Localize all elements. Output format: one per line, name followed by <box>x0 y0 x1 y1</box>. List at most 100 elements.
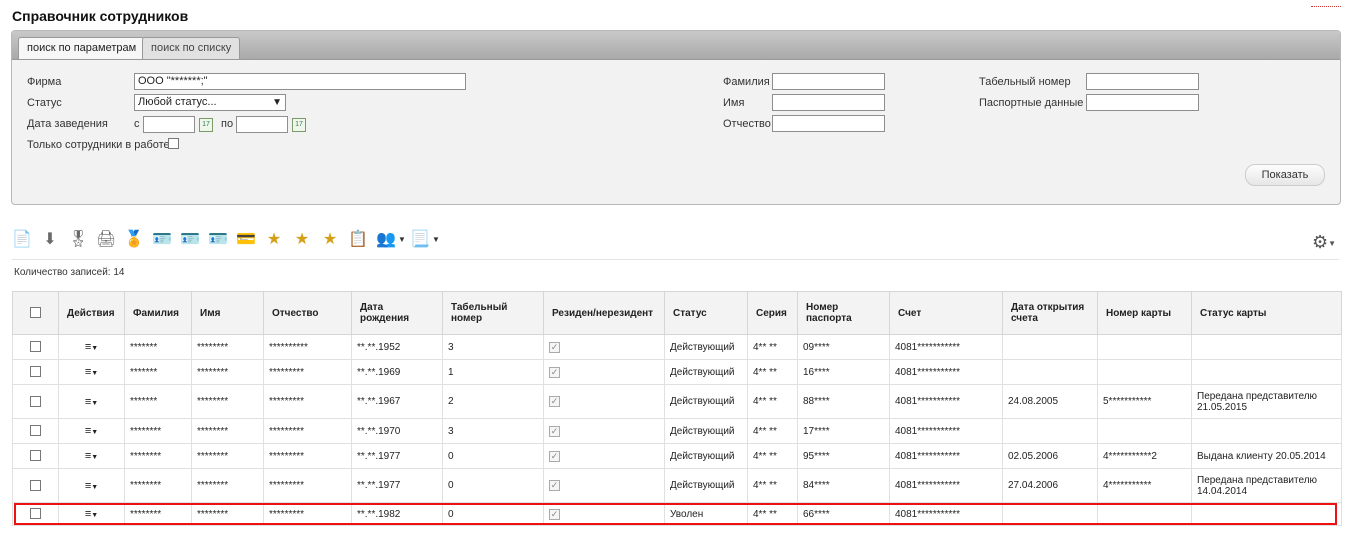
col-series[interactable]: Серия <box>747 291 798 335</box>
status-select[interactable]: Любой статус... ▼ <box>134 94 286 111</box>
calendar-icon[interactable]: 17 <box>199 118 213 132</box>
row-checkbox[interactable] <box>30 425 41 437</box>
row-actions-cell[interactable]: ≡▼ <box>58 384 125 419</box>
resident-cell: ✓ <box>543 359 665 385</box>
only-working-checkbox[interactable] <box>168 138 179 149</box>
table-row[interactable]: ≡▼ ******* ******** ********** **.**.1952 3 ✓ Д… <box>12 334 1342 360</box>
chevron-down-icon[interactable]: ▼ <box>398 235 406 244</box>
col-birthdate[interactable]: Дата рождения <box>351 291 443 335</box>
top-divider <box>1311 6 1341 7</box>
show-button[interactable]: Показать <box>1245 164 1325 186</box>
actions-menu-icon[interactable]: ≡▼ <box>85 450 98 462</box>
col-tabnum[interactable]: Табельный номер <box>442 291 544 335</box>
actions-menu-icon[interactable]: ≡▼ <box>85 341 98 353</box>
document-menu-icon[interactable]: 📃 <box>410 229 430 251</box>
col-resident[interactable]: Резиден/нерезидент <box>543 291 665 335</box>
page-title: Справочник сотрудников <box>12 8 189 24</box>
firstname-field[interactable] <box>772 94 885 111</box>
actions-menu-icon[interactable]: ≡▼ <box>85 366 98 378</box>
id-card-2-icon[interactable]: 🪪 <box>180 229 200 251</box>
table-row[interactable]: ≡▼ ******* ******** ********* **.**.1969 1 ✓ Де… <box>12 359 1342 385</box>
chevron-down-icon[interactable]: ▼ <box>432 235 440 244</box>
row-select-cell[interactable] <box>12 468 59 503</box>
col-lastname[interactable]: Фамилия <box>124 291 192 335</box>
cell-passport: 66**** <box>797 502 890 526</box>
calendar-icon[interactable]: 17 <box>292 118 306 132</box>
users-icon[interactable]: 👥 <box>376 229 396 251</box>
row-checkbox[interactable] <box>30 341 41 353</box>
lastname-field[interactable] <box>772 73 885 90</box>
cell-card_status <box>1191 418 1342 444</box>
row-actions-cell[interactable]: ≡▼ <box>58 443 125 469</box>
middlename-field[interactable] <box>772 115 885 132</box>
records-count: Количество записей: 14 <box>14 267 125 278</box>
row-select-cell[interactable] <box>12 384 59 419</box>
row-checkbox[interactable] <box>30 508 41 520</box>
row-checkbox[interactable] <box>30 450 41 462</box>
actions-menu-icon[interactable]: ≡▼ <box>85 508 98 520</box>
star-remove-icon[interactable]: ★ <box>320 229 340 251</box>
col-card[interactable]: Номер карты <box>1097 291 1192 335</box>
download-icon[interactable]: ⬇ <box>40 229 60 251</box>
col-account-date[interactable]: Дата открытия счета <box>1002 291 1098 335</box>
award-check-icon[interactable]: 🏅 <box>124 229 144 251</box>
star-icon[interactable]: ★ <box>264 229 284 251</box>
cell-birth: **.**.1970 <box>351 418 443 444</box>
col-card-status[interactable]: Статус карты <box>1191 291 1342 335</box>
tab-search-by-params[interactable]: поиск по параметрам <box>18 37 146 59</box>
cell-tabnum: 1 <box>442 359 544 385</box>
table-row[interactable]: ≡▼ ******** ******** ********* **.**.1982 0 ✓ У… <box>12 502 1342 526</box>
col-passport[interactable]: Номер паспорта <box>797 291 890 335</box>
table-row[interactable]: ≡▼ ******* ******** ********* **.**.1967 2 ✓ Де… <box>12 384 1342 419</box>
cell-status: Действующий <box>664 418 748 444</box>
row-select-cell[interactable] <box>12 443 59 469</box>
row-checkbox[interactable] <box>30 366 41 378</box>
id-card-icon[interactable]: 🪪 <box>152 229 172 251</box>
row-actions-cell[interactable]: ≡▼ <box>58 334 125 360</box>
date-label: Дата заведения <box>27 118 108 130</box>
table-row[interactable]: ≡▼ ******** ******** ********* **.**.1977 0 ✓ Д… <box>12 443 1342 469</box>
col-status[interactable]: Статус <box>664 291 748 335</box>
row-select-cell[interactable] <box>12 359 59 385</box>
report-icon[interactable]: 📋 <box>348 229 368 251</box>
star-add-icon[interactable]: ★ <box>292 229 312 251</box>
actions-menu-icon[interactable]: ≡▼ <box>85 396 98 408</box>
actions-menu-icon[interactable]: ≡▼ <box>85 480 98 492</box>
table-row[interactable]: ≡▼ ******** ******** ********* **.**.1970 3 ✓ Д… <box>12 418 1342 444</box>
tabnum-field[interactable] <box>1086 73 1199 90</box>
resident-checkbox: ✓ <box>549 508 560 520</box>
passport-label: Паспортные данные <box>979 97 1084 109</box>
award-icon[interactable]: 🎖 <box>68 229 88 251</box>
row-checkbox[interactable] <box>30 395 41 407</box>
row-actions-cell[interactable]: ≡▼ <box>58 359 125 385</box>
new-document-icon[interactable]: 📄 <box>12 229 32 251</box>
id-card-add-icon[interactable]: 🪪 <box>208 229 228 251</box>
col-actions[interactable]: Действия <box>58 291 125 335</box>
row-actions-cell[interactable]: ≡▼ <box>58 468 125 503</box>
cell-account: 4081*********** <box>889 443 1003 469</box>
date-to-field[interactable] <box>236 116 288 133</box>
select-all-checkbox[interactable] <box>30 307 41 319</box>
cell-middlename: ********** <box>263 334 352 360</box>
table-row[interactable]: ≡▼ ******** ******** ********* **.**.1977 0 ✓ Д… <box>12 468 1342 503</box>
print-icon[interactable]: 🖨 <box>96 229 116 251</box>
cell-account: 4081*********** <box>889 359 1003 385</box>
passport-field[interactable] <box>1086 94 1199 111</box>
firm-field[interactable]: ООО "*******;" <box>134 73 466 90</box>
date-from-field[interactable] <box>143 116 195 133</box>
row-checkbox[interactable] <box>30 479 41 491</box>
settings-gear-icon[interactable]: ⚙▼ <box>1312 232 1336 253</box>
col-account[interactable]: Счет <box>889 291 1003 335</box>
row-select-cell[interactable] <box>12 502 59 526</box>
actions-menu-icon[interactable]: ≡▼ <box>85 425 98 437</box>
col-middlename[interactable]: Отчество <box>263 291 352 335</box>
row-actions-cell[interactable]: ≡▼ <box>58 502 125 526</box>
col-firstname[interactable]: Имя <box>191 291 264 335</box>
card-icon[interactable]: 💳 <box>236 229 256 251</box>
row-select-cell[interactable] <box>12 418 59 444</box>
row-actions-cell[interactable]: ≡▼ <box>58 418 125 444</box>
tabnum-label: Табельный номер <box>979 76 1071 88</box>
row-select-cell[interactable] <box>12 334 59 360</box>
select-all-header[interactable] <box>12 291 59 335</box>
tab-search-by-list[interactable]: поиск по списку <box>142 37 241 59</box>
